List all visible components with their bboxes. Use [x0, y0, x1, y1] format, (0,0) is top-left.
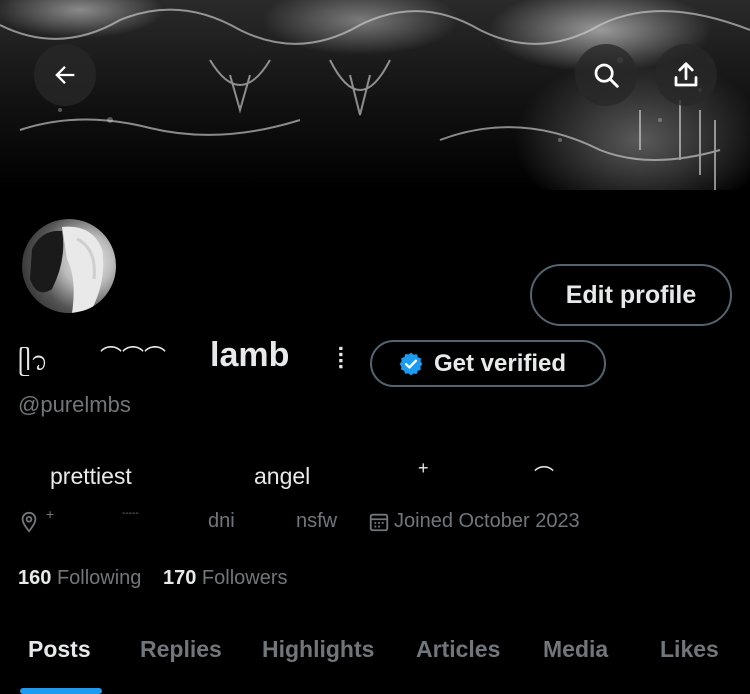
tab-replies[interactable]: Replies — [140, 636, 222, 663]
location-text: + — [46, 506, 55, 522]
joined-date: Joined October 2023 — [394, 510, 580, 532]
active-tab-indicator — [20, 688, 102, 694]
search-icon — [594, 63, 619, 88]
share-button[interactable] — [655, 44, 717, 106]
tab-media[interactable]: Media — [543, 636, 608, 663]
meta-dash: ----- — [122, 508, 139, 519]
edit-profile-button[interactable]: Edit profile — [530, 264, 732, 326]
tab-articles[interactable]: Articles — [416, 636, 500, 663]
tab-highlights[interactable]: Highlights — [262, 636, 374, 663]
follow-stats: 160 Following 170 Followers — [18, 567, 288, 590]
name-decoration: ⌒⌒⌒ — [100, 345, 167, 370]
bio-text-ornament: ⌒ — [534, 466, 554, 488]
bio-text-prettiest: prettiest — [50, 463, 132, 489]
bio-text-plus: + — [418, 458, 429, 478]
profile-tabs: Posts Replies Highlights Articles Media … — [0, 620, 750, 694]
back-button[interactable] — [34, 44, 96, 106]
name-suffix: ⡇ — [336, 344, 353, 369]
following-count: 160 — [18, 567, 52, 589]
tab-posts[interactable]: Posts — [28, 636, 91, 663]
arrow-left-icon — [55, 66, 75, 84]
profile-banner[interactable] — [0, 0, 750, 190]
meta-dni: dni — [208, 510, 235, 532]
following-link[interactable]: 160 Following — [18, 567, 141, 589]
avatar[interactable] — [18, 215, 120, 317]
get-verified-label: Get verified — [434, 349, 567, 377]
calendar-icon — [368, 511, 390, 539]
bio-text-angel: angel — [254, 463, 311, 489]
banner-ornament — [0, 8, 750, 190]
search-button[interactable] — [575, 44, 637, 106]
username-handle: @purelmbs — [18, 392, 131, 417]
tab-likes[interactable]: Likes — [660, 636, 719, 663]
following-label: Following — [56, 567, 142, 589]
followers-link[interactable]: 170 Followers — [163, 567, 288, 589]
verified-badge-icon — [398, 351, 424, 377]
profile-meta: + ----- dni nsfw Joined October 2023 — [18, 506, 738, 539]
name-prefix: ᥫ᭡ — [18, 346, 49, 376]
meta-nsfw: nsfw — [296, 510, 338, 532]
share-icon — [674, 62, 698, 87]
location-icon — [18, 510, 40, 540]
followers-label: Followers — [201, 567, 288, 589]
avatar-image — [30, 226, 104, 313]
name-text: lamb — [210, 336, 290, 374]
get-verified-button[interactable]: Get verified — [370, 340, 606, 387]
followers-count: 170 — [162, 567, 197, 589]
